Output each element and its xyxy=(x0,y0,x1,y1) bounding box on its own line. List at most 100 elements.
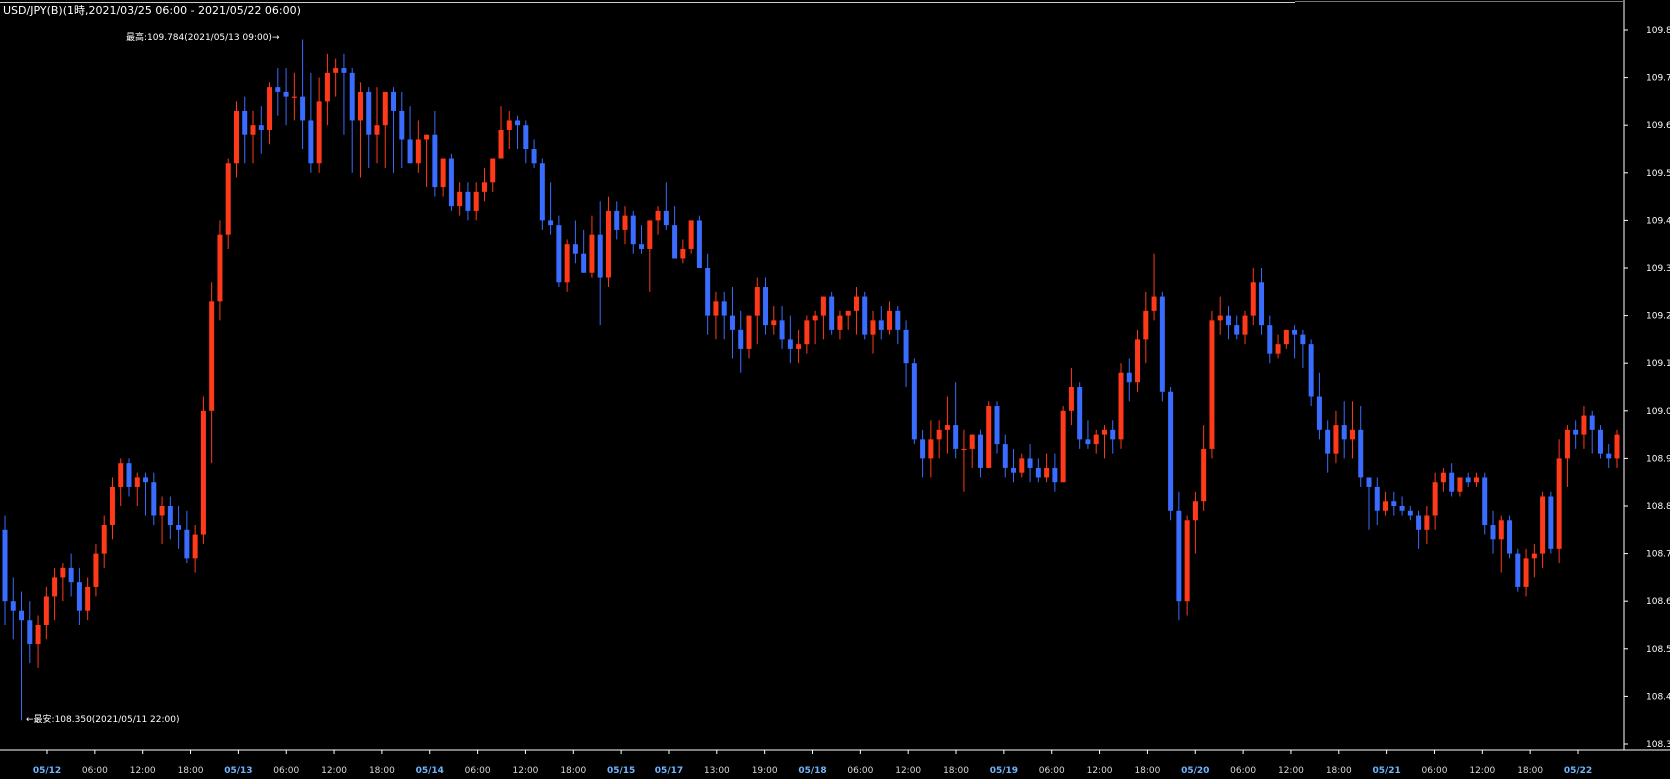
candle-body xyxy=(1275,344,1281,354)
candle-body xyxy=(837,315,843,330)
candle-body xyxy=(1490,525,1496,540)
candle-body xyxy=(1358,429,1364,478)
candle-body xyxy=(184,529,190,559)
x-tick-label: 18:00 xyxy=(943,766,969,776)
candle-body xyxy=(233,110,239,164)
candle-body xyxy=(1201,448,1207,502)
candle-body xyxy=(209,301,215,411)
candle-body xyxy=(316,101,322,164)
candle-body xyxy=(862,296,868,335)
low-annotation: ←最安:108.350(2021/05/11 22:00) xyxy=(26,713,179,725)
x-tick-label: 05/17 xyxy=(655,766,683,776)
candle-body xyxy=(820,296,826,316)
candle-body xyxy=(1176,510,1182,602)
x-tick-label: 18:00 xyxy=(560,766,586,776)
candle-body xyxy=(614,210,620,230)
candle-body xyxy=(986,406,992,468)
candle xyxy=(1176,491,1182,621)
candle xyxy=(1060,406,1066,483)
candle-body xyxy=(291,96,297,98)
candle-body xyxy=(1267,325,1273,354)
x-tick-label: 05/13 xyxy=(224,766,252,776)
x-tick-label: 06:00 xyxy=(465,766,491,776)
candle-body xyxy=(1449,472,1455,492)
candle xyxy=(696,215,702,268)
candle-body xyxy=(1068,387,1074,411)
y-tick-label: 109.2 xyxy=(1646,312,1670,322)
candle-body xyxy=(1027,458,1033,468)
candle-body xyxy=(52,577,58,597)
candle-body xyxy=(1333,425,1339,454)
candle-body xyxy=(878,320,884,330)
candle-body xyxy=(465,191,471,211)
candle-body xyxy=(250,125,256,135)
x-tick-label: 05/21 xyxy=(1372,766,1400,776)
y-tick-label: 108.4 xyxy=(1646,692,1670,702)
chart-container: 109.8 109.7 109.6 109.5 109.4 109.3 109.2 109.1… xyxy=(0,0,1670,779)
candle-body xyxy=(1614,434,1620,459)
candle-body xyxy=(283,91,289,97)
candle-body xyxy=(1606,453,1612,459)
candle-body xyxy=(498,129,504,159)
x-tick-label: 18:00 xyxy=(178,766,204,776)
candle-body xyxy=(109,486,115,526)
x-tick-label: 06:00 xyxy=(273,766,299,776)
candle-body xyxy=(1019,458,1025,473)
y-tick-label: 108.9 xyxy=(1646,454,1670,464)
candle-body xyxy=(176,525,182,530)
candle-body xyxy=(738,329,744,349)
candle-body xyxy=(1366,477,1372,487)
candle-body xyxy=(928,439,934,459)
candle-body xyxy=(622,215,628,230)
candle xyxy=(1168,387,1174,521)
candle-body xyxy=(639,244,645,249)
candle-body xyxy=(763,287,769,326)
candle-body xyxy=(200,410,206,535)
candle xyxy=(1077,382,1083,449)
candle-body xyxy=(713,301,719,316)
candle-body xyxy=(399,110,405,140)
candle-body xyxy=(1482,477,1488,526)
y-tick-label: 109.5 xyxy=(1646,169,1670,179)
candle-body xyxy=(1077,387,1083,440)
candle-body xyxy=(19,610,25,621)
x-tick-label: 06:00 xyxy=(847,766,873,776)
x-tick-label: 05/18 xyxy=(798,766,826,776)
candle-body xyxy=(1159,296,1165,392)
candle-body xyxy=(1581,415,1587,435)
candle-body xyxy=(1531,553,1537,559)
candle-body xyxy=(911,363,917,440)
candle-body xyxy=(663,210,669,226)
candle-body xyxy=(126,463,132,487)
candle-body xyxy=(1118,372,1124,440)
candle-body xyxy=(1383,501,1389,511)
candle-body xyxy=(1126,372,1132,383)
candle-body xyxy=(787,339,793,349)
candle-body xyxy=(415,139,421,164)
high-annotation: 最高:109.784(2021/05/13 09:00)→ xyxy=(126,31,280,43)
x-tick-label: 05/14 xyxy=(416,766,444,776)
candle-body xyxy=(771,320,777,326)
candle-body xyxy=(1416,515,1422,530)
candle-body xyxy=(746,315,752,349)
y-tick-label: 109.1 xyxy=(1646,359,1670,369)
candle-body xyxy=(391,91,397,111)
candle-body xyxy=(523,125,529,149)
candle-body xyxy=(680,248,686,259)
x-tick-label: 18:00 xyxy=(1134,766,1160,776)
candle-body xyxy=(688,220,694,249)
candle-body xyxy=(804,320,810,345)
candle-body xyxy=(1250,282,1256,316)
candle-body xyxy=(597,234,603,278)
candle-body xyxy=(357,91,363,121)
candle-body xyxy=(705,268,711,316)
candle-body xyxy=(1093,434,1099,445)
candle-body xyxy=(1457,477,1463,492)
candle xyxy=(688,220,694,254)
candle-body xyxy=(887,310,893,330)
y-tick-label: 109.7 xyxy=(1646,74,1670,84)
x-tick-label: 13:00 xyxy=(704,766,730,776)
candle-body xyxy=(440,158,446,188)
y-tick-label: 108.3 xyxy=(1646,740,1670,750)
candle xyxy=(539,158,545,230)
